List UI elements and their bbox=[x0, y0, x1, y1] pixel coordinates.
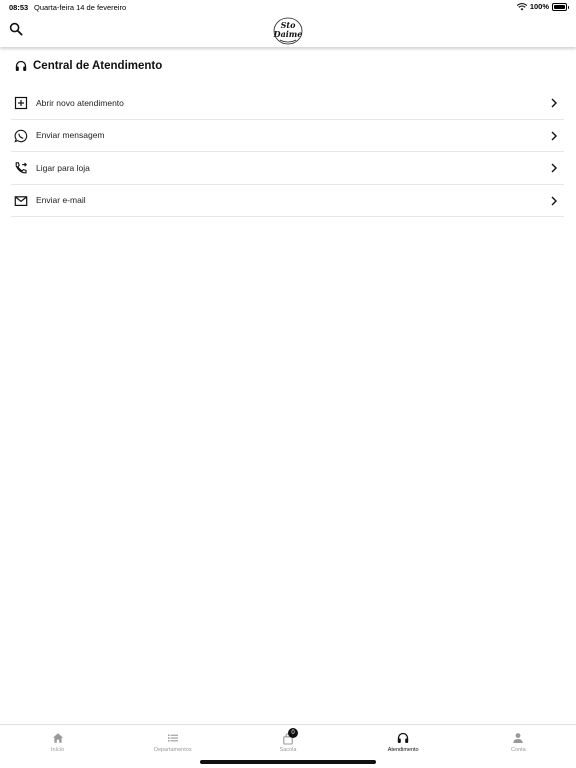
phone-forward-icon bbox=[15, 162, 27, 174]
status-time: 08:53 bbox=[9, 3, 29, 12]
battery-icon bbox=[552, 2, 569, 11]
home-indicator bbox=[200, 760, 376, 764]
tab-account[interactable]: Conta bbox=[461, 725, 576, 759]
menu-item-label: Enviar e-mail bbox=[36, 195, 86, 206]
chevron-right-icon bbox=[551, 131, 557, 140]
logo-text-bottom: Daime bbox=[273, 29, 303, 39]
tab-label: Atendimento bbox=[387, 747, 419, 753]
plus-square-icon bbox=[14, 96, 28, 110]
bag-icon-wrap: 0 bbox=[282, 728, 298, 745]
status-date: Quarta-feira 14 de fevereiro bbox=[34, 3, 127, 12]
menu-item-label: Ligar para loja bbox=[36, 162, 90, 173]
chevron-right-icon bbox=[551, 98, 557, 108]
page-title: Central de Atendimento bbox=[33, 60, 163, 72]
person-icon bbox=[513, 733, 523, 743]
whatsapp-icon bbox=[14, 129, 28, 142]
battery-percent: 100% bbox=[529, 2, 549, 11]
status-right: 100% bbox=[516, 2, 569, 11]
tab-support[interactable]: Atendimento bbox=[346, 725, 461, 759]
home-icon bbox=[52, 733, 63, 743]
status-bar: 08:53 Quarta-feira 14 de fevereiro 100% bbox=[0, 0, 576, 14]
tab-departments[interactable]: Departamentos bbox=[115, 725, 230, 759]
envelope-icon bbox=[14, 195, 28, 206]
list-icon bbox=[167, 734, 178, 742]
chevron-right-icon bbox=[551, 196, 557, 205]
wifi-icon bbox=[516, 2, 527, 10]
tab-label: Início bbox=[51, 747, 65, 753]
section-header: Central de Atendimento bbox=[15, 60, 162, 72]
menu-item-new-ticket[interactable]: Abrir novo atendimento bbox=[11, 87, 564, 120]
bag-count-badge: 0 bbox=[287, 728, 298, 738]
tab-home[interactable]: Início bbox=[0, 725, 115, 759]
tab-label: Conta bbox=[511, 747, 526, 753]
menu-item-label: Enviar mensagem bbox=[36, 130, 105, 141]
menu-item-send-email[interactable]: Enviar e-mail bbox=[11, 185, 564, 217]
headphones-icon bbox=[397, 732, 409, 743]
app-header: Sto Daime bbox=[0, 14, 576, 47]
chevron-right-icon bbox=[551, 163, 557, 173]
support-menu: Abrir novo atendimento Enviar mensagem L… bbox=[11, 87, 564, 217]
menu-item-label: Abrir novo atendimento bbox=[36, 97, 124, 108]
tab-bag[interactable]: 0 Sacola bbox=[230, 725, 345, 759]
search-icon[interactable] bbox=[9, 22, 23, 36]
menu-item-call-store[interactable]: Ligar para loja bbox=[11, 152, 564, 185]
headphones-icon bbox=[15, 60, 27, 71]
store-logo[interactable]: Sto Daime bbox=[269, 14, 307, 46]
tab-label: Sacola bbox=[279, 747, 297, 753]
menu-item-send-message[interactable]: Enviar mensagem bbox=[11, 120, 564, 152]
tab-label: Departamentos bbox=[153, 747, 192, 753]
